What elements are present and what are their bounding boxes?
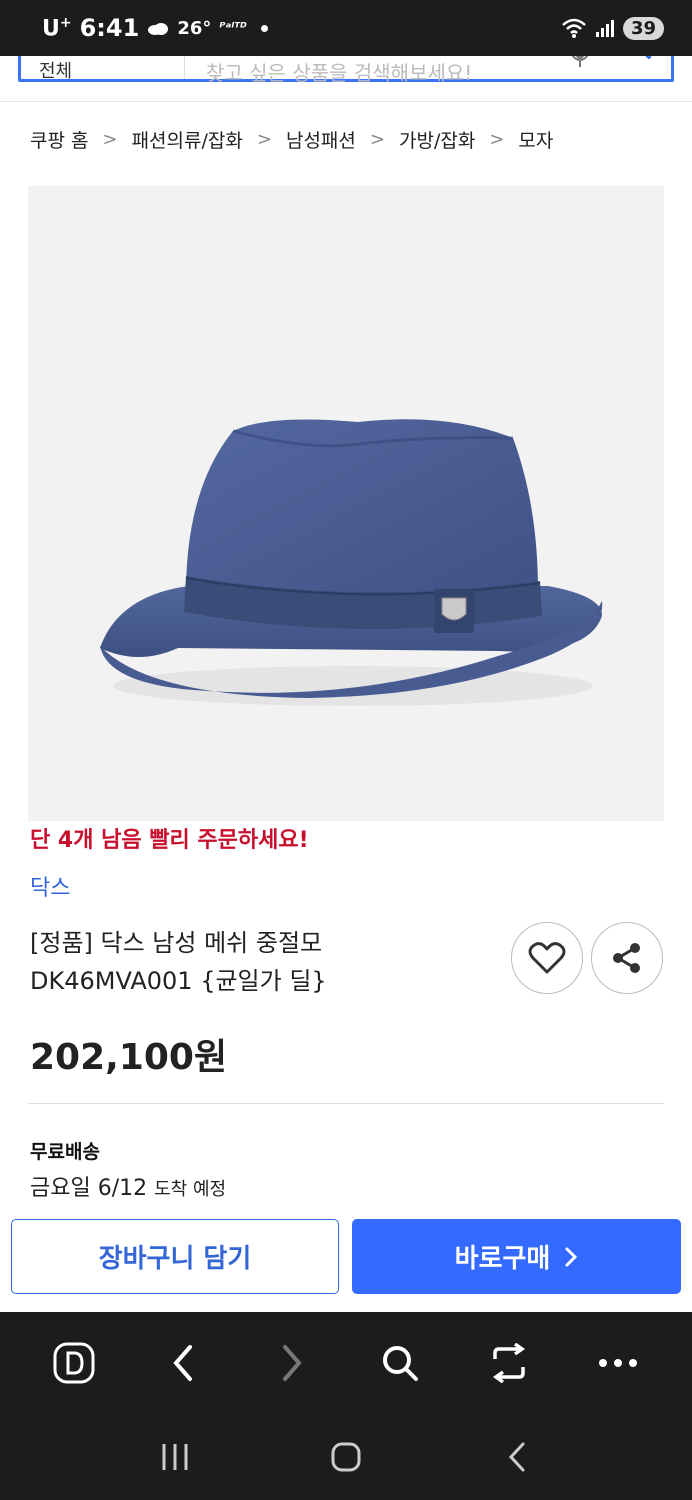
forward-arrow-icon[interactable]: [262, 1333, 322, 1393]
status-bar: U+ 6:41 26° ᴾᵃᴵᵀᴰ 39: [0, 0, 692, 56]
clock: 6:41: [79, 14, 140, 42]
share-icon: [613, 943, 640, 973]
shipping-title: 무료배송: [30, 1141, 100, 1163]
browser-toolbar: [0, 1312, 692, 1414]
more-icon[interactable]: [588, 1333, 648, 1393]
chevron-right-icon: >: [256, 129, 272, 150]
search-icon[interactable]: [617, 56, 657, 63]
chevron-right-icon: >: [369, 129, 385, 150]
breadcrumb-item-home[interactable]: 쿠팡 홈: [30, 126, 88, 153]
wishlist-button[interactable]: [511, 922, 583, 994]
d-logo-icon[interactable]: [44, 1333, 104, 1393]
signal-icon: [595, 20, 614, 37]
chevron-right-icon: [565, 1247, 578, 1266]
recent-apps-icon[interactable]: [145, 1427, 205, 1487]
search-box[interactable]: 전체 찾고 싶은 상품을 검색해보세요!: [18, 56, 674, 85]
arrival-estimate: 금요일 6/12 도착 예정: [30, 1170, 226, 1202]
search-icon[interactable]: [370, 1333, 430, 1393]
arrival-date: 금요일 6/12: [30, 1176, 148, 1201]
notification-dot-icon: [260, 24, 268, 32]
stock-alert: 단 4개 남음 빨리 주문하세요!: [30, 828, 309, 853]
brand-link[interactable]: 닥스: [30, 870, 70, 902]
search-category-select[interactable]: 전체: [39, 57, 72, 83]
breadcrumb-item-bags[interactable]: 가방/잡화: [399, 126, 475, 153]
share-button[interactable]: [591, 922, 663, 994]
carrier-label: U+: [42, 14, 72, 42]
buy-now-button[interactable]: 바로구매: [352, 1219, 681, 1294]
mic-icon[interactable]: [569, 56, 591, 69]
search-divider: [184, 56, 185, 79]
breadcrumb-item-mens-fashion[interactable]: 남성패션: [286, 126, 356, 153]
breadcrumb-item-hats[interactable]: 모자: [518, 126, 553, 153]
breadcrumb-item-fashion[interactable]: 패션의류/잡화: [132, 126, 243, 153]
back-arrow-icon[interactable]: [153, 1333, 213, 1393]
add-to-cart-button[interactable]: 장바구니 담기: [11, 1219, 339, 1294]
search-input[interactable]: 찾고 싶은 상품을 검색해보세요!: [206, 57, 472, 86]
back-icon[interactable]: [487, 1427, 547, 1487]
chevron-right-icon: >: [489, 129, 505, 150]
section-divider: [28, 1103, 664, 1104]
cloud-icon: [148, 23, 169, 35]
battery-indicator: 39: [622, 16, 664, 40]
buy-button-label: 바로구매: [454, 1244, 551, 1274]
search-header: 전체 찾고 싶은 상품을 검색해보세요!: [0, 56, 692, 102]
status-right: 39: [561, 16, 664, 40]
wifi-icon: [562, 18, 586, 38]
home-icon[interactable]: [316, 1427, 376, 1487]
tabs-switch-icon[interactable]: [479, 1333, 539, 1393]
arrival-suffix: 도착 예정: [154, 1179, 227, 1200]
fedora-hat-image: [100, 419, 603, 706]
temperature: 26°: [177, 17, 212, 39]
product-title: [정품] 닥스 남성 메쉬 중절모 DK46MVA001 {균일가 딜}: [30, 929, 327, 995]
cart-button-label: 장바구니 담기: [98, 1244, 252, 1274]
chevron-right-icon: >: [102, 129, 118, 150]
status-left: U+ 6:41 26° ᴾᵃᴵᵀᴰ: [42, 14, 268, 42]
product-image[interactable]: [28, 186, 664, 821]
product-price: 202,100원: [30, 1037, 228, 1078]
heart-icon: [528, 942, 566, 974]
app-notification-icon: ᴾᵃᴵᵀᴰ: [219, 20, 247, 36]
system-nav-bar: [0, 1414, 692, 1500]
breadcrumb: 쿠팡 홈 > 패션의류/잡화 > 남성패션 > 가방/잡화 > 모자: [30, 126, 553, 153]
